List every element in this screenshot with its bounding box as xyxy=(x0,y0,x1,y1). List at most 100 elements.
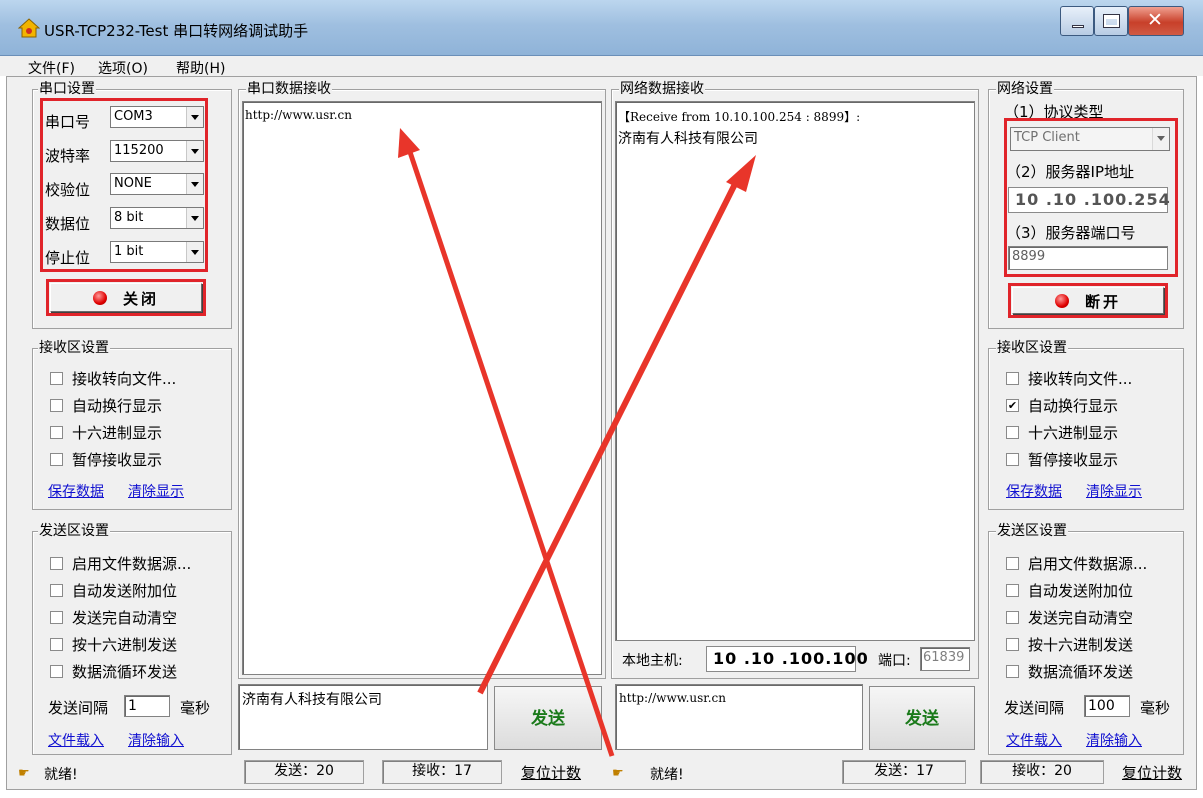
left-receive-checkbox-3[interactable] xyxy=(50,453,63,466)
right-send-option-2: 发送完自动清空 xyxy=(1028,609,1134,627)
right-send-checkbox-3[interactable] xyxy=(1006,638,1019,651)
left-receive-checkbox-2[interactable] xyxy=(50,426,63,439)
right-receive-checkbox-3[interactable] xyxy=(1006,453,1019,466)
right-send-checkbox-4[interactable] xyxy=(1006,665,1019,678)
right-send-option-0: 启用文件数据源... xyxy=(1028,555,1148,573)
network-send-button[interactable]: 发送 xyxy=(869,686,975,750)
status-ready-left: 就绪! xyxy=(44,767,78,783)
right-file-load-link[interactable]: 文件载入 xyxy=(1006,730,1062,750)
port-label: 串口号 xyxy=(45,113,91,131)
network-send-input[interactable]: http://www.usr.cn xyxy=(615,684,863,750)
local-host-ip[interactable]: 10 .10 .100.100 xyxy=(706,646,868,672)
right-send-checkbox-1[interactable] xyxy=(1006,584,1019,597)
right-receive-checkbox-0[interactable] xyxy=(1006,372,1019,385)
left-interval-unit: 毫秒 xyxy=(180,699,211,717)
window-title: USR-TCP232-Test 串口转网络调试助手 xyxy=(44,22,309,40)
left-send-option-0: 启用文件数据源... xyxy=(72,555,192,573)
port-select[interactable]: COM3 xyxy=(110,106,204,128)
right-receive-checkbox-1[interactable]: ✔ xyxy=(1006,399,1019,412)
right-receive-option-0: 接收转向文件... xyxy=(1028,370,1133,388)
menu-help[interactable]: 帮助(H) xyxy=(176,58,225,78)
left-clear-display-link[interactable]: 清除显示 xyxy=(128,481,184,501)
network-settings-title: 网络设置 xyxy=(996,81,1054,97)
status-hand-icon: ☛ xyxy=(612,766,624,781)
network-receive-line-2: 济南有人科技有限公司 xyxy=(618,131,758,147)
stopbits-select[interactable]: 1 bit xyxy=(110,241,204,263)
left-send-checkbox-1[interactable] xyxy=(50,584,63,597)
databits-label: 数据位 xyxy=(45,215,91,233)
network-receive-line-1: 【Receive from 10.10.100.254 : 8899】: xyxy=(618,110,861,124)
server-port-input[interactable]: 8899 xyxy=(1008,246,1168,270)
chevron-down-icon xyxy=(186,242,203,262)
menu-file[interactable]: 文件(F) xyxy=(28,58,75,78)
right-send-checkbox-0[interactable] xyxy=(1006,557,1019,570)
right-save-data-link[interactable]: 保存数据 xyxy=(1006,481,1062,501)
right-send-option-1: 自动发送附加位 xyxy=(1028,582,1134,600)
protocol-select[interactable]: TCP Client xyxy=(1010,127,1170,151)
left-receive-option-1: 自动换行显示 xyxy=(72,397,163,415)
left-send-option-1: 自动发送附加位 xyxy=(72,582,178,600)
chevron-down-icon xyxy=(186,141,203,161)
minimize-button[interactable] xyxy=(1060,6,1094,36)
status-sent-left: 发送：20 xyxy=(244,760,364,784)
left-receive-option-3: 暂停接收显示 xyxy=(72,451,163,469)
left-receive-checkbox-1[interactable] xyxy=(50,399,63,412)
network-receive-textarea[interactable]: 【Receive from 10.10.100.254 : 8899】: 济南有… xyxy=(615,101,975,641)
left-send-checkbox-2[interactable] xyxy=(50,611,63,624)
right-receive-option-3: 暂停接收显示 xyxy=(1028,451,1119,469)
databits-select[interactable]: 8 bit xyxy=(110,207,204,229)
server-ip-input[interactable]: 10 .10 .100.254 xyxy=(1008,187,1170,213)
left-send-settings-title: 发送区设置 xyxy=(38,523,110,539)
app-icon xyxy=(18,18,40,38)
right-interval-input[interactable]: 100 xyxy=(1084,695,1130,717)
right-send-option-3: 按十六进制发送 xyxy=(1028,636,1134,654)
led-icon xyxy=(1051,290,1073,312)
left-send-option-3: 按十六进制发送 xyxy=(72,636,178,654)
close-port-label: 关闭 xyxy=(123,290,160,308)
parity-label: 校验位 xyxy=(45,181,91,199)
right-send-settings-title: 发送区设置 xyxy=(996,523,1068,539)
menu-options[interactable]: 选项(O) xyxy=(98,58,148,78)
right-interval-label: 发送间隔 xyxy=(1004,699,1065,717)
close-button[interactable]: ✕ xyxy=(1128,6,1184,36)
right-interval-unit: 毫秒 xyxy=(1140,699,1171,717)
serial-receive-title: 串口数据接收 xyxy=(246,81,332,97)
chevron-down-icon xyxy=(186,208,203,228)
left-interval-input[interactable]: 1 xyxy=(124,695,170,717)
parity-select[interactable]: NONE xyxy=(110,173,204,195)
maximize-button[interactable] xyxy=(1094,6,1128,36)
left-receive-checkbox-0[interactable] xyxy=(50,372,63,385)
right-receive-option-1: 自动换行显示 xyxy=(1028,397,1119,415)
disconnect-label: 断开 xyxy=(1085,293,1122,311)
left-clear-input-link[interactable]: 清除输入 xyxy=(128,730,184,750)
close-port-button[interactable]: 关闭 xyxy=(50,283,202,312)
serial-send-button[interactable]: 发送 xyxy=(494,686,602,750)
serial-receive-textarea[interactable]: http://www.usr.cn xyxy=(242,101,602,675)
left-file-load-link[interactable]: 文件载入 xyxy=(48,730,104,750)
left-send-checkbox-0[interactable] xyxy=(50,557,63,570)
server-port-label: （3）服务器端口号 xyxy=(1006,224,1136,242)
left-send-checkbox-3[interactable] xyxy=(50,638,63,651)
local-port-input[interactable]: 61839 xyxy=(920,647,970,671)
disconnect-button[interactable]: 断开 xyxy=(1012,287,1164,314)
left-receive-option-0: 接收转向文件... xyxy=(72,370,177,388)
checkmark-icon: ✔ xyxy=(1007,399,1018,412)
right-clear-display-link[interactable]: 清除显示 xyxy=(1086,481,1142,501)
right-clear-input-link[interactable]: 清除输入 xyxy=(1086,730,1142,750)
status-received-right: 接收：20 xyxy=(980,760,1104,784)
left-save-data-link[interactable]: 保存数据 xyxy=(48,481,104,501)
right-receive-settings-title: 接收区设置 xyxy=(996,340,1068,356)
server-ip-label: （2）服务器IP地址 xyxy=(1006,163,1135,181)
local-host-label: 本地主机: xyxy=(622,653,683,669)
right-receive-checkbox-2[interactable] xyxy=(1006,426,1019,439)
baud-select[interactable]: 115200 xyxy=(110,140,204,162)
serial-send-input[interactable]: 济南有人科技有限公司 xyxy=(238,684,488,750)
reset-count-right[interactable]: 复位计数 xyxy=(1122,762,1182,783)
status-sent-right: 发送：17 xyxy=(842,760,966,784)
right-send-checkbox-2[interactable] xyxy=(1006,611,1019,624)
reset-count-left[interactable]: 复位计数 xyxy=(521,762,581,783)
left-send-checkbox-4[interactable] xyxy=(50,665,63,678)
left-send-option-2: 发送完自动清空 xyxy=(72,609,178,627)
close-icon: ✕ xyxy=(1147,9,1163,31)
chevron-down-icon xyxy=(186,107,203,127)
